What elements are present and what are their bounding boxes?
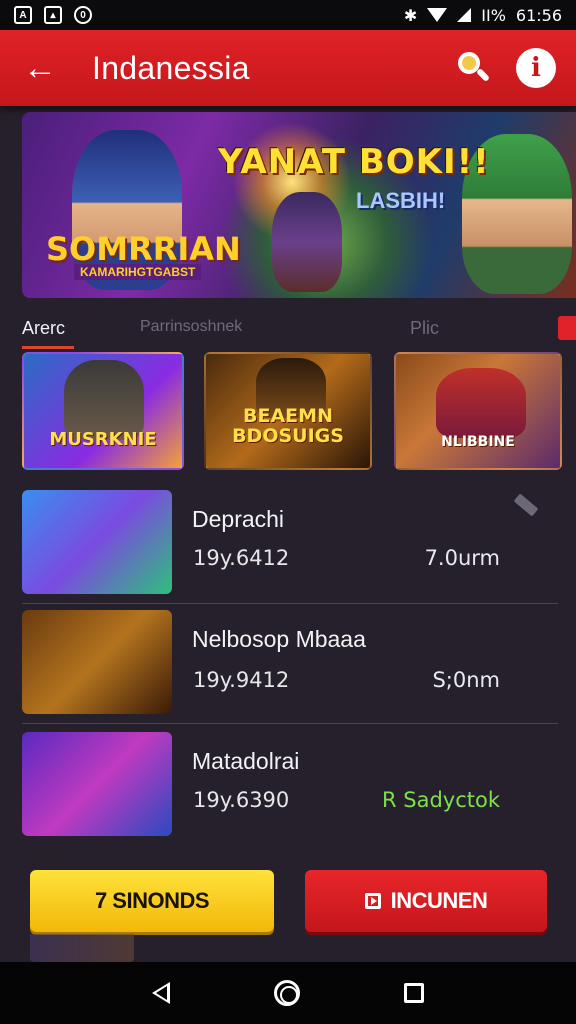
list-item-value: 7.0urm <box>424 546 500 570</box>
game-thumbnail-3[interactable]: NLIBBINE <box>394 352 562 470</box>
tab-plic[interactable]: Plic <box>410 318 439 339</box>
list-item-meta: 19y.9412 <box>193 668 290 692</box>
hero-logo: SOMRRIAN <box>46 230 241 268</box>
status-time: 61:56 <box>515 5 562 25</box>
list-item[interactable]: Matadolrai 19y.6390 R Sadyctok <box>0 732 576 852</box>
game-icon <box>22 732 172 836</box>
hero-logo-subtitle: KAMARIHGTGABST <box>74 264 202 280</box>
hero-title: YANAT BOKI!! <box>218 142 490 182</box>
thumbnail-label: MUSRKNIE <box>49 429 157 450</box>
wifi-icon <box>427 8 448 22</box>
info-icon: i <box>531 53 541 83</box>
game-thumbnail-2[interactable]: BEAEMN BDOSUIGS <box>204 352 372 470</box>
secondary-button-label: INCUNEN <box>390 888 488 913</box>
tab-arerc[interactable]: Arerc <box>22 318 75 349</box>
hero-character-center <box>272 192 342 292</box>
signal-icon <box>457 8 472 22</box>
hero-banner[interactable]: YANAT BOKI!! LASBIH! SOMRRIAN KAMARIHGTG… <box>22 112 576 298</box>
status-indicators: ✱ II% 61:56 <box>404 6 562 25</box>
search-button[interactable] <box>452 46 496 90</box>
nav-recents-icon[interactable] <box>404 983 424 1003</box>
secondary-button[interactable]: INCUNEN <box>305 870 547 932</box>
app-bar: ← Indanessia i <box>0 30 576 106</box>
list-item-meta: 19y.6412 <box>193 546 290 570</box>
info-button[interactable]: i <box>516 48 556 88</box>
list-item[interactable]: Deprachi 19y.6412 7.0urm <box>0 490 576 610</box>
list-item-name: Nelbosop Mbaaa <box>192 626 366 652</box>
tab-scroll-indicator[interactable] <box>558 316 576 340</box>
battery-percent: II% <box>481 5 506 25</box>
primary-button[interactable]: 7 SINONDS <box>30 870 274 932</box>
game-thumbnail-1[interactable]: MUSRKNIE <box>22 352 184 470</box>
page-title: Indanessia <box>92 49 250 86</box>
search-icon-handle <box>475 67 491 83</box>
list-item-value: S;0nm <box>432 668 500 692</box>
list-item-meta: 19y.6390 <box>193 788 290 812</box>
opera-notification-icon: 0 <box>74 6 92 24</box>
thumbnail-character <box>64 360 144 440</box>
category-tabs: Arerc Parrinsoshnek Plic <box>22 310 576 349</box>
game-icon <box>22 490 172 594</box>
bluetooth-icon: ✱ <box>403 5 418 25</box>
nav-home-icon[interactable] <box>274 980 300 1006</box>
tab-parrinsoshnek[interactable]: Parrinsoshnek <box>140 318 242 336</box>
divider <box>22 723 558 724</box>
arrow-left-icon: ← <box>23 48 57 87</box>
content-peek <box>30 934 134 962</box>
thumbnail-character <box>436 368 526 438</box>
primary-button-label: 7 SINONDS <box>94 888 210 913</box>
list-item-name: Matadolrai <box>192 748 300 774</box>
thumbnail-label: BEAEMN BDOSUIGS <box>232 405 344 447</box>
system-nav-bar <box>0 962 576 1024</box>
image-notification-icon: ▴ <box>44 6 62 24</box>
divider <box>22 603 558 604</box>
list-item[interactable]: Nelbosop Mbaaa 19y.9412 S;0nm <box>0 610 576 730</box>
nav-back-icon[interactable] <box>152 982 170 1004</box>
game-icon <box>22 610 172 714</box>
status-bar: A ▴ 0 ✱ II% 61:56 <box>0 0 576 30</box>
list-item-name: Deprachi <box>192 506 285 532</box>
list-item-value: R Sadyctok <box>381 788 500 812</box>
notification-app-icon: A <box>14 6 32 24</box>
play-icon <box>364 893 381 909</box>
thumbnail-label: NLIBBINE <box>441 434 515 450</box>
hero-subtitle: LASBIH! <box>356 188 446 213</box>
notification-icons: A ▴ 0 <box>14 6 92 24</box>
back-button[interactable]: ← <box>20 48 60 88</box>
